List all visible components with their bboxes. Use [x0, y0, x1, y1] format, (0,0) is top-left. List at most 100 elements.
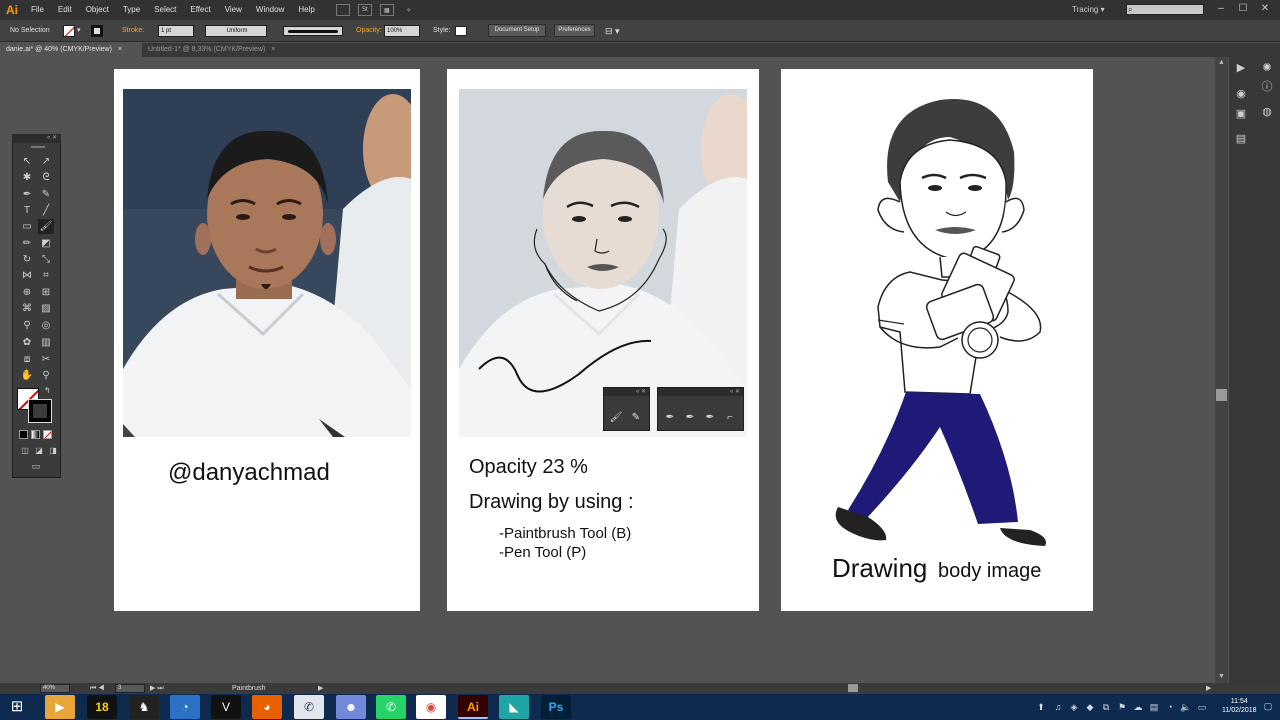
maximize-button[interactable]: ☐ [1236, 2, 1250, 16]
stroke-label[interactable]: Stroke: [122, 20, 144, 42]
artboard-nav-next-icon[interactable]: ▶ ⏭ [150, 683, 164, 694]
illustrator-taskbar-icon[interactable]: Ai [458, 695, 488, 719]
workspace-switcher[interactable]: Tracing ▾ [1072, 0, 1105, 20]
clock[interactable]: 11:54 11/02/2018 [1222, 697, 1257, 715]
menu-type[interactable]: Type [116, 0, 147, 20]
chat-app-icon[interactable]: ✆ [294, 695, 324, 719]
swap-fill-stroke-icon[interactable]: ↰ [44, 386, 51, 395]
symbols-icon[interactable]: ▤ [1233, 131, 1249, 147]
tray-icon[interactable]: ⧉ [1100, 701, 1112, 713]
draw-inside-icon[interactable]: ◨ [45, 443, 61, 458]
selection-tool-icon[interactable]: ↖ [19, 154, 35, 169]
tools-panel-header[interactable]: « ✕ [12, 134, 61, 143]
magic-wand-icon[interactable]: ✱ [19, 170, 35, 185]
whatsapp-icon[interactable]: ✆ [376, 695, 406, 719]
mesh-tool-icon[interactable]: ⌘ [19, 301, 35, 316]
swatches-icon[interactable]: ▣ [1233, 106, 1249, 122]
artboard-nav-prev-icon[interactable]: ⏮ ◀ [90, 683, 105, 694]
tray-icon[interactable]: ▤ [1148, 701, 1160, 713]
free-transform-icon[interactable]: ⌗ [38, 268, 54, 283]
vertical-scrollbar[interactable] [1215, 57, 1228, 683]
scroll-right-icon[interactable]: ▶ [1206, 683, 1211, 694]
rotate-tool-icon[interactable]: ↻ [19, 252, 35, 267]
delete-anchor-point-icon[interactable]: ✒ [702, 410, 718, 426]
blend-tool-icon[interactable]: ◎ [38, 318, 54, 333]
horizontal-scroll-thumb[interactable] [848, 684, 858, 692]
play-action-icon[interactable]: ▶ [1233, 60, 1249, 76]
tray-icon[interactable]: ⬆ [1035, 701, 1047, 713]
blob-brush-icon[interactable]: ✎ [628, 410, 644, 426]
appearance-icon[interactable]: ✺ [1259, 60, 1275, 76]
scroll-down-icon[interactable]: ▼ [1215, 672, 1228, 682]
menu-file[interactable]: File [24, 0, 51, 20]
status-menu-icon[interactable]: ▶ [318, 683, 323, 694]
windows-start-icon[interactable]: ⊞ [4, 695, 30, 719]
menu-window[interactable]: Window [249, 0, 291, 20]
perspective-grid-icon[interactable]: ⊞ [38, 285, 54, 300]
none-mode-icon[interactable] [43, 430, 52, 439]
color-mode-icon[interactable] [19, 430, 28, 439]
variable-width-profile[interactable]: Uniform [205, 25, 267, 37]
app-18-icon[interactable]: 18 [87, 695, 117, 719]
width-tool-icon[interactable]: ⋈ [19, 268, 35, 283]
photoshop-taskbar-icon[interactable]: Ps [541, 695, 571, 719]
menu-object[interactable]: Object [79, 0, 116, 20]
bridge-icon[interactable] [335, 4, 350, 16]
tray-icon[interactable]: ♫ [1052, 701, 1064, 713]
close-icon[interactable]: × [271, 46, 275, 53]
rectangle-tool-icon[interactable]: ▭ [19, 219, 35, 234]
wifi-icon[interactable]: ◔ [1164, 701, 1176, 713]
type-tool-icon[interactable]: T [19, 203, 35, 218]
menu-view[interactable]: View [218, 0, 249, 20]
panel-header[interactable]: « ✕ [604, 388, 649, 396]
arrange-documents-icon[interactable]: ▦ [379, 4, 394, 16]
tray-icon[interactable]: ◆ [1084, 701, 1096, 713]
menu-help[interactable]: Help [291, 0, 321, 20]
battery-icon[interactable]: ▭ [1196, 701, 1208, 713]
paintbrush-tool-icon[interactable]: 🖌 [38, 219, 54, 234]
document-setup-button[interactable]: Document Setup [488, 24, 546, 37]
eyedropper-icon[interactable]: ⚲ [19, 318, 35, 333]
pen-tool-icon[interactable]: ✒ [19, 187, 35, 202]
preferences-button[interactable]: Preferences [554, 24, 595, 37]
notifications-icon[interactable]: ▢ [1262, 700, 1274, 712]
tray-icon[interactable]: ☁ [1132, 701, 1144, 713]
panel-header[interactable]: « ✕ [658, 388, 743, 396]
scale-tool-icon[interactable]: ⤡ [38, 252, 54, 267]
screen-mode-icon[interactable]: ▭ [28, 459, 44, 474]
media-player-icon[interactable]: ▶ [45, 695, 75, 719]
layers-icon[interactable]: ◍ [1259, 104, 1275, 120]
minimize-button[interactable]: – [1214, 2, 1228, 16]
vertical-scroll-thumb[interactable] [1216, 389, 1227, 401]
menu-effect[interactable]: Effect [183, 0, 217, 20]
close-button[interactable]: ✕ [1258, 2, 1272, 16]
anchor-point-tool-icon[interactable]: ⌐ [722, 410, 738, 426]
fill-swatch-control[interactable] [63, 25, 75, 37]
pen-tool-icon[interactable]: ✒ [662, 410, 678, 426]
vpn-app-icon[interactable]: ◣ [499, 695, 529, 719]
artboard-number-field[interactable]: 3 [115, 684, 145, 693]
volume-icon[interactable]: 🔈 [1180, 701, 1192, 713]
scroll-up-icon[interactable]: ▲ [1215, 58, 1228, 68]
brush-definition-dropdown[interactable] [283, 26, 343, 36]
eraser-tool-icon[interactable]: ◩ [38, 236, 54, 251]
tray-icon[interactable]: ◈ [1068, 701, 1080, 713]
line-tool-icon[interactable]: ╱ [38, 203, 54, 218]
menu-edit[interactable]: Edit [51, 0, 79, 20]
lasso-icon[interactable]: ᘓ [38, 170, 54, 185]
zoom-tool-icon[interactable]: ⚲ [38, 368, 54, 383]
stroke-swatch[interactable] [28, 399, 52, 423]
color-guide-icon[interactable]: ◉ [1233, 86, 1249, 102]
panel-grip[interactable] [31, 146, 45, 148]
artboard-tool-icon[interactable]: ⧈ [19, 352, 35, 367]
menu-select[interactable]: Select [147, 0, 183, 20]
shape-builder-icon[interactable]: ⊕ [19, 285, 35, 300]
column-graph-icon[interactable]: ▥ [38, 335, 54, 350]
gradient-mode-icon[interactable] [31, 430, 40, 439]
symbol-sprayer-icon[interactable]: ✿ [19, 335, 35, 350]
stock-icon[interactable]: St [357, 4, 372, 16]
vivaldi-icon[interactable]: V [211, 695, 241, 719]
gpu-performance-icon[interactable]: ✧ [402, 4, 416, 16]
opacity-label[interactable]: Opacity: [356, 20, 382, 42]
chrome-icon[interactable]: ◉ [416, 695, 446, 719]
